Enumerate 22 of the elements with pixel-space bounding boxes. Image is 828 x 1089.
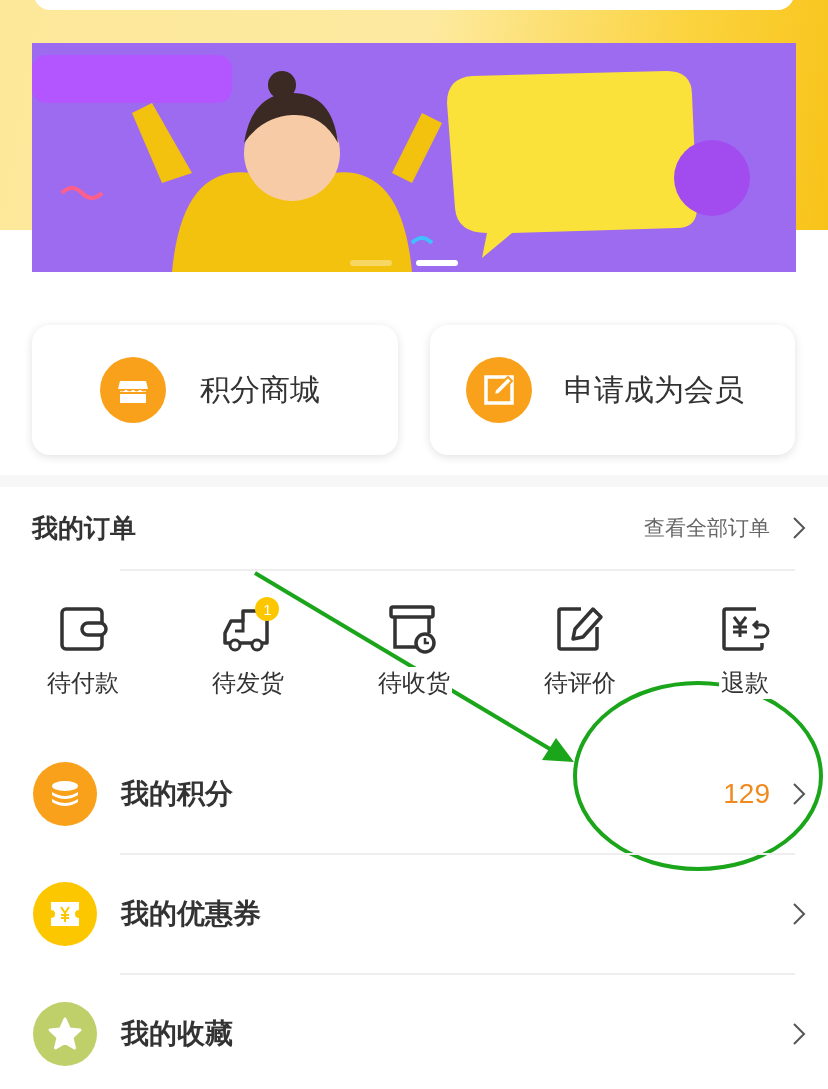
ticket-icon	[33, 882, 97, 946]
count-badge: 1	[255, 597, 280, 621]
section-title: 我的订单	[32, 511, 137, 545]
menu-item[interactable]: 我的优惠券	[0, 855, 828, 973]
chevron-icon	[792, 516, 806, 540]
chevron-icon	[792, 902, 806, 926]
menu-item[interactable]: 我的收藏	[0, 975, 828, 1089]
shortcut-card[interactable]: 积分商城	[32, 325, 398, 455]
storefront-icon	[100, 357, 166, 423]
coins-icon	[33, 762, 97, 826]
order-status-button[interactable]: 1 待发货	[165, 595, 332, 699]
menu-item[interactable]: 我的积分 129	[0, 735, 828, 853]
edit-icon	[466, 357, 532, 423]
shortcut-card[interactable]: 申请成为会员	[430, 325, 795, 455]
chevron-icon	[792, 782, 806, 806]
order-status-button[interactable]: 退款	[662, 595, 828, 699]
points-value: 129	[723, 778, 770, 810]
view-all-orders-link[interactable]: 查看全部订单	[644, 514, 806, 542]
order-status-button[interactable]: 待评价	[496, 595, 663, 699]
order-status-button[interactable]: 待付款	[0, 595, 166, 699]
order-status-button[interactable]: 待收货	[331, 595, 497, 699]
chevron-icon	[792, 1022, 806, 1046]
